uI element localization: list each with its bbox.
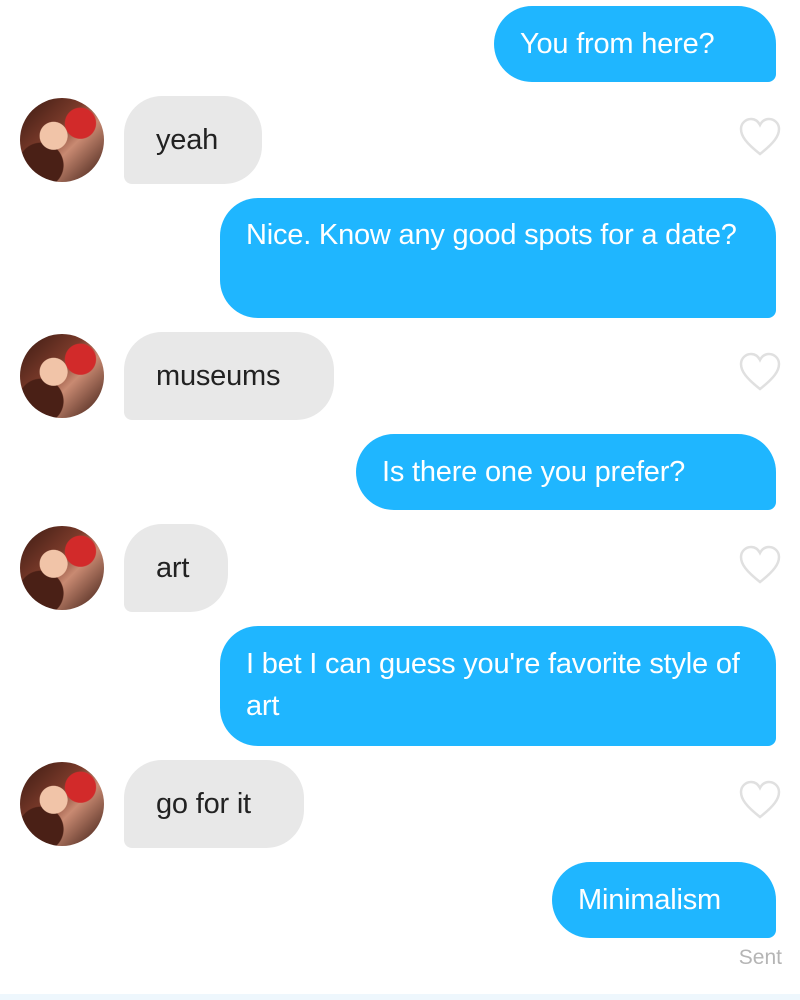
incoming-message[interactable]: art: [124, 524, 228, 612]
heart-outline-icon[interactable]: [738, 352, 782, 392]
avatar[interactable]: [20, 98, 104, 182]
heart-outline-icon[interactable]: [738, 117, 782, 157]
heart-outline-icon[interactable]: [738, 780, 782, 820]
heart-outline-icon[interactable]: [738, 545, 782, 585]
avatar[interactable]: [20, 526, 104, 610]
outgoing-message[interactable]: I bet I can guess you're favorite style …: [220, 626, 776, 746]
outgoing-message[interactable]: Is there one you prefer?: [356, 434, 776, 510]
incoming-message[interactable]: yeah: [124, 96, 262, 184]
chat-thread: You from here? yeah Nice. Know any good …: [0, 0, 800, 1000]
outgoing-message[interactable]: Minimalism: [552, 862, 776, 938]
bottom-divider: [0, 994, 800, 1000]
avatar[interactable]: [20, 334, 104, 418]
outgoing-message[interactable]: You from here?: [494, 6, 776, 82]
incoming-message[interactable]: museums: [124, 332, 334, 420]
sent-status: Sent: [738, 946, 782, 969]
incoming-message[interactable]: go for it: [124, 760, 304, 848]
outgoing-message[interactable]: Nice. Know any good spots for a date?: [220, 198, 776, 318]
avatar[interactable]: [20, 762, 104, 846]
